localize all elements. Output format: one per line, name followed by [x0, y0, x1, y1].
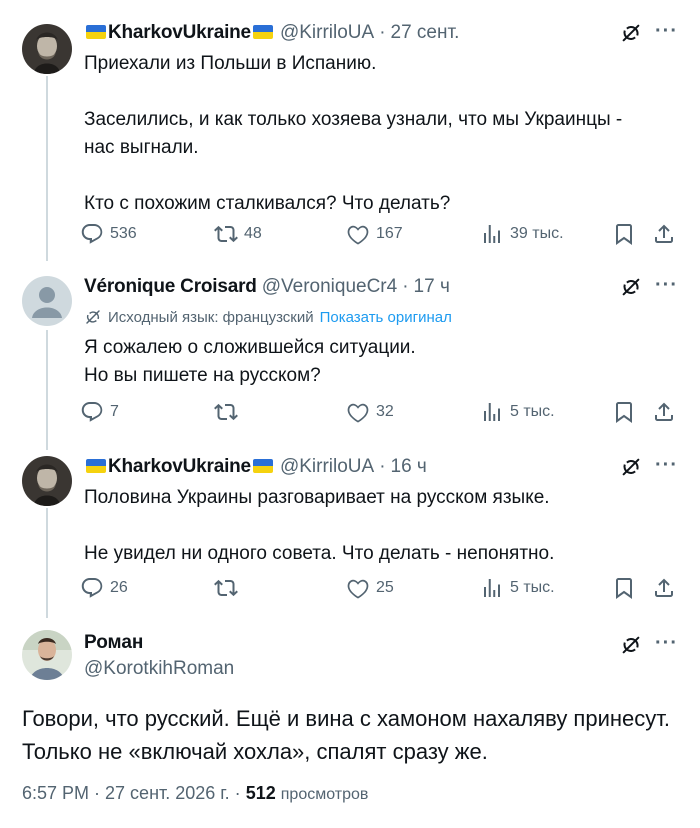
grok-icon[interactable] — [620, 22, 642, 44]
tweet-header: Véronique Croisard @VeroniqueCr4 · 17 ч — [84, 274, 450, 300]
share-button[interactable] — [652, 576, 676, 600]
reply-count: 536 — [110, 225, 137, 242]
repost-button[interactable]: 48 — [214, 222, 262, 246]
tweet-text: Говори, что русский. Ещё и вина с хамоно… — [22, 706, 671, 764]
ukraine-flag-icon — [252, 459, 273, 473]
action-bar: 536 48 167 39 тыс. — [80, 222, 680, 248]
author-handle[interactable]: @KirriloUA — [280, 456, 374, 478]
grok-icon[interactable] — [620, 276, 642, 298]
repost-count: 48 — [244, 225, 262, 242]
views-count: 5 тыс. — [510, 403, 555, 420]
share-button[interactable] — [652, 222, 676, 246]
separator: · — [379, 456, 386, 477]
views-icon — [480, 222, 504, 246]
like-button[interactable]: 32 — [346, 400, 394, 424]
author-name[interactable]: Véronique Croisard — [84, 276, 257, 298]
avatar[interactable] — [22, 276, 72, 326]
like-icon — [346, 576, 370, 600]
repost-button[interactable] — [214, 400, 238, 424]
ukraine-flag-icon — [252, 25, 273, 39]
separator: · — [379, 22, 386, 43]
tweet-3[interactable]: KharkovUkraine @KirriloUA · 16 ч ··· Пол… — [0, 454, 700, 614]
repost-button[interactable] — [214, 576, 238, 600]
timestamp[interactable]: 16 ч — [391, 456, 427, 478]
reply-icon — [80, 576, 104, 600]
views-label: просмотров — [280, 786, 369, 803]
views-count: 512 — [245, 783, 276, 803]
avatar[interactable] — [22, 456, 72, 506]
bookmark-icon — [612, 576, 636, 600]
more-icon[interactable]: ··· — [655, 632, 678, 655]
timestamp[interactable]: 27 сент. — [391, 22, 460, 44]
tweet-2[interactable]: Véronique Croisard @VeroniqueCr4 · 17 ч … — [0, 274, 700, 434]
views-icon — [480, 576, 504, 600]
author-name[interactable]: Роман — [84, 632, 143, 654]
tweet-text: Я сожалею о сложившейся ситуации. Но вы … — [84, 337, 416, 386]
repost-icon — [214, 576, 238, 600]
author-name[interactable]: KharkovUkraine — [108, 22, 251, 44]
action-bar: 7 32 5 тыс. — [80, 400, 680, 426]
action-bar: 26 25 5 тыс. — [80, 576, 680, 602]
views-button[interactable]: 39 тыс. — [480, 222, 564, 246]
show-original-link[interactable]: Показать оригинал — [320, 309, 452, 326]
tweet-text: Половина Украины разговаривает на русско… — [84, 487, 555, 564]
author-handle[interactable]: @VeroniqueCr4 — [262, 276, 397, 298]
tweet-meta: 6:57 PM · 27 сент. 2026 г. · 512 просмот… — [22, 783, 368, 804]
like-count: 32 — [376, 403, 394, 420]
views-button[interactable]: 5 тыс. — [480, 576, 555, 600]
tweet-text: Приехали из Польши в Испанию. Заселились… — [84, 53, 623, 214]
bookmark-icon — [612, 222, 636, 246]
ukraine-flag-icon — [86, 25, 106, 39]
reply-button[interactable]: 536 — [80, 222, 137, 246]
ukraine-flag-icon — [86, 459, 106, 473]
views-count: 39 тыс. — [510, 225, 564, 242]
like-button[interactable]: 167 — [346, 222, 403, 246]
reply-count: 7 — [110, 403, 119, 420]
translation-source-label: Исходный язык: французский — [108, 308, 314, 326]
timestamp[interactable]: 17 ч — [414, 276, 450, 298]
bookmark-button[interactable] — [612, 400, 636, 424]
like-count: 167 — [376, 225, 403, 242]
reply-button[interactable]: 7 — [80, 400, 119, 424]
views-icon — [480, 400, 504, 424]
tweet-header: KharkovUkraine @KirriloUA · 27 сент. — [84, 20, 459, 46]
share-icon — [652, 400, 676, 424]
tweet-1[interactable]: KharkovUkraine @KirriloUA · 27 сент. ···… — [0, 20, 700, 250]
like-icon — [346, 222, 370, 246]
reply-count: 26 — [110, 579, 128, 596]
avatar[interactable] — [22, 630, 72, 680]
reply-icon — [80, 400, 104, 424]
repost-icon — [214, 400, 238, 424]
reply-button[interactable]: 26 — [80, 576, 128, 600]
more-icon[interactable]: ··· — [655, 454, 678, 477]
more-icon[interactable]: ··· — [655, 20, 678, 43]
translate-icon — [84, 308, 102, 326]
share-button[interactable] — [652, 400, 676, 424]
avatar[interactable] — [22, 24, 72, 74]
views-count: 5 тыс. — [510, 579, 555, 596]
like-count: 25 — [376, 579, 394, 596]
share-icon — [652, 222, 676, 246]
more-icon[interactable]: ··· — [655, 274, 678, 297]
grok-icon[interactable] — [620, 456, 642, 478]
like-button[interactable]: 25 — [346, 576, 394, 600]
reply-icon — [80, 222, 104, 246]
separator: · — [402, 276, 409, 297]
post-timestamp[interactable]: 6:57 PM · 27 сент. 2026 г. · — [22, 783, 241, 803]
tweet-header: KharkovUkraine @KirriloUA · 16 ч — [84, 454, 427, 480]
translation-note: Исходный язык: французский Показать ориг… — [84, 308, 452, 326]
bookmark-icon — [612, 400, 636, 424]
bookmark-button[interactable] — [612, 222, 636, 246]
author-handle[interactable]: @KorotkihRoman — [84, 658, 234, 680]
author-handle[interactable]: @KirriloUA — [280, 22, 374, 44]
author-name[interactable]: KharkovUkraine — [108, 456, 251, 478]
bookmark-button[interactable] — [612, 576, 636, 600]
share-icon — [652, 576, 676, 600]
like-icon — [346, 400, 370, 424]
repost-icon — [214, 222, 238, 246]
grok-icon[interactable] — [620, 634, 642, 656]
views-button[interactable]: 5 тыс. — [480, 400, 555, 424]
